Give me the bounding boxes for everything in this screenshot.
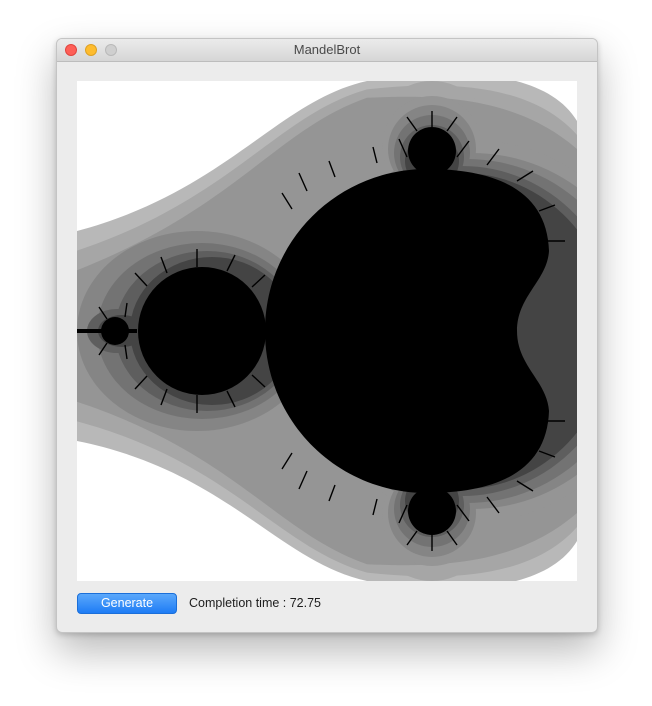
- window-title: MandelBrot: [293, 42, 361, 57]
- completion-time-label: Completion time : 72.75: [189, 596, 322, 610]
- generate-button[interactable]: Generate: [77, 593, 177, 614]
- app-window: MandelBrot Generate Completion time : 72…: [56, 38, 598, 633]
- mandelbrot-canvas: [77, 81, 577, 581]
- title-bar[interactable]: MandelBrot: [57, 39, 597, 62]
- mandelbrot-image: [77, 81, 577, 581]
